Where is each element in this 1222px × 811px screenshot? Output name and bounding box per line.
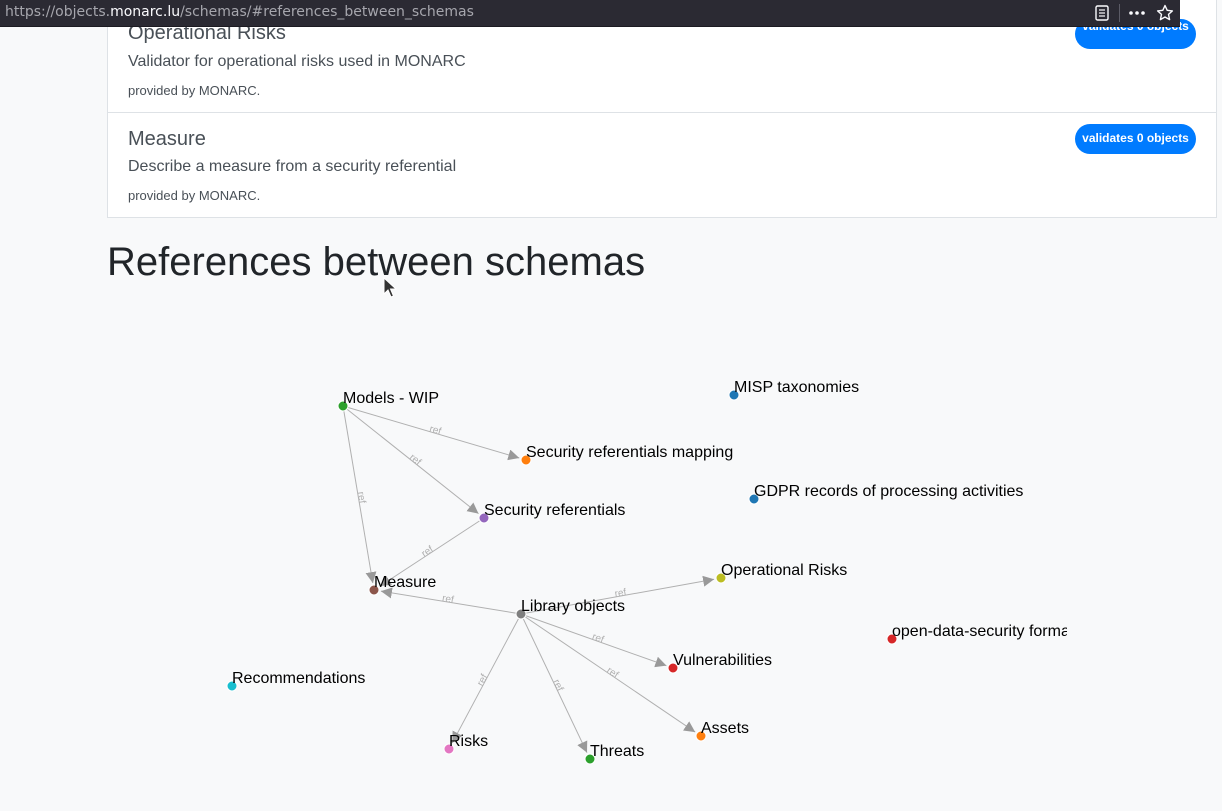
graph-node-ods[interactable]: open-data-security format (886, 623, 1075, 645)
bookmark-star-icon[interactable] (1154, 2, 1176, 24)
graph-node-label: MISP taxonomies (734, 379, 859, 396)
graph-node-measure[interactable]: Measure (368, 574, 436, 596)
graph-node-reco[interactable]: Recommendations (226, 670, 365, 692)
url-bar-divider (1119, 4, 1120, 22)
graph-node-vuln[interactable]: Vulnerabilities (667, 652, 772, 674)
graph-node-risks[interactable]: Risks (443, 733, 488, 755)
graph-node-sr[interactable]: Security referentials (478, 502, 625, 524)
graph-node-label: Risks (449, 733, 488, 750)
schema-reference-graph[interactable]: refrefrefrefref refrefrefrefref Models - … (0, 0, 1222, 811)
reader-view-icon[interactable] (1091, 2, 1113, 24)
graph-node-misp[interactable]: MISP taxonomies (728, 379, 859, 401)
graph-node-assets[interactable]: Assets (695, 720, 749, 742)
graph-node-gdpr[interactable]: GDPR records of processing activities (748, 483, 1023, 505)
graph-node-oprisk[interactable]: Operational Risks (715, 562, 847, 584)
browser-url-bar[interactable]: https://objects.monarc.lu/schemas/#refer… (0, 0, 1180, 26)
graph-node-label: Vulnerabilities (673, 652, 772, 669)
graph-node-label: Operational Risks (721, 562, 847, 579)
url-scheme: https://objects. (5, 4, 111, 20)
graph-node-label: Assets (701, 720, 749, 737)
graph-node-label: Measure (374, 574, 436, 591)
url-host: monarc.lu (110, 4, 181, 20)
graph-node-models[interactable]: Models - WIP (337, 390, 439, 412)
graph-node-label: Security referentials (484, 502, 625, 519)
graph-edge-label: ref (428, 424, 443, 438)
graph-edge-label: ref (604, 665, 620, 681)
graph-node-label: Models - WIP (343, 390, 439, 407)
graph-node-srm[interactable]: Security referentials mapping (520, 444, 733, 466)
graph-edge-label: ref (441, 593, 455, 606)
mouse-cursor-icon (383, 277, 397, 298)
graph-nodes: Models - WIP Security referentials mappin… (226, 379, 1075, 765)
graph-node-label: Recommendations (232, 670, 365, 687)
graph-node-label: Library objects (521, 598, 625, 615)
graph-edge-label: ref (420, 544, 436, 560)
graph-node-label: open-data-security format (892, 623, 1075, 640)
graph-node-threats[interactable]: Threats (584, 743, 644, 765)
url-path: /schemas/#references_between_schemas (180, 4, 474, 20)
more-actions-icon[interactable] (1126, 2, 1148, 24)
graph-node-lib[interactable]: Library objects (515, 598, 625, 620)
url-bar-actions (1091, 0, 1180, 26)
graph-edge-label: ref (355, 491, 368, 505)
graph-edge-label: ref (407, 452, 423, 468)
graph-node-label: GDPR records of processing activities (754, 483, 1023, 500)
graph-node-label: Threats (590, 743, 644, 760)
graph-node-label: Security referentials mapping (526, 444, 733, 461)
